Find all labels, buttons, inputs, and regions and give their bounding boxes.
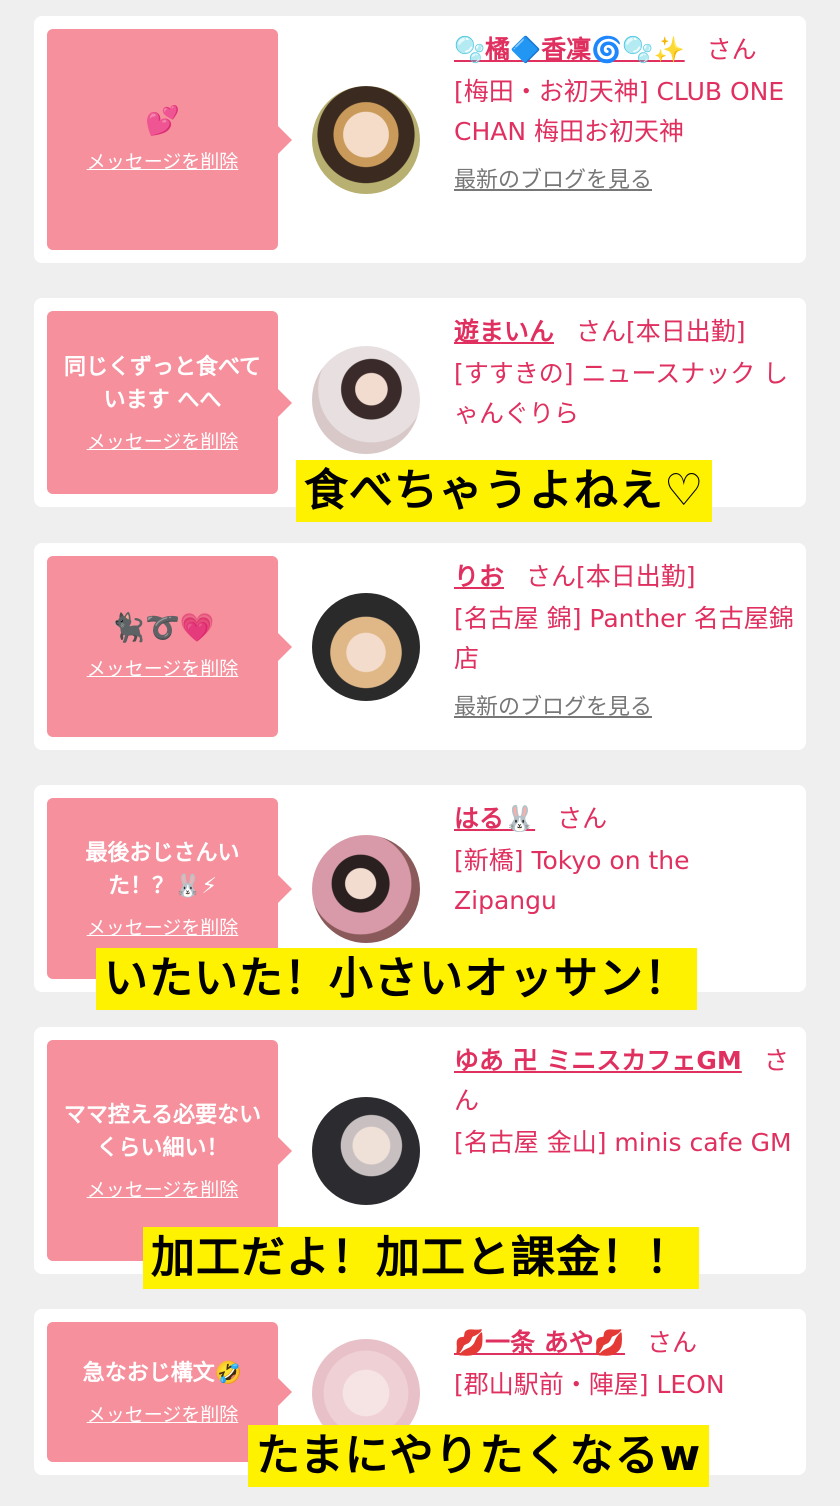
message-card: 💕 メッセージを削除 🫧橘🔷香凜🌀🫧✨ さん [梅田・お初天神] CLUB ONE…: [34, 16, 806, 263]
name-line: はる🐰 さん: [454, 799, 794, 839]
latest-blog-link[interactable]: 最新のブログを見る: [454, 693, 652, 723]
shop-text: [梅田・お初天神] CLUB ONE CHAN 梅田お初天神: [454, 77, 785, 146]
message-card: 🐈‍⬛➰💗 メッセージを削除 りお さん[本日出勤] [名古屋 錦] Panthe…: [34, 543, 806, 750]
delete-message-link[interactable]: メッセージを削除: [87, 427, 239, 454]
name-line: 💋一条 あや💋 さん: [454, 1323, 794, 1363]
delete-message-link[interactable]: メッセージを削除: [87, 147, 239, 174]
message-text: 💕: [145, 104, 180, 137]
shop-text: [すすきの] ニュースナック しゃんぐりら: [454, 359, 789, 428]
honorific: さん[本日出勤]: [526, 562, 696, 591]
cast-name-link[interactable]: はる🐰: [454, 804, 535, 833]
avatar[interactable]: [312, 86, 420, 194]
honorific: さん[本日出勤]: [576, 317, 746, 346]
delete-message-link[interactable]: メッセージを削除: [87, 913, 239, 940]
shop-text: [新橋] Tokyo on the Zipangu: [454, 846, 690, 915]
cast-name-link[interactable]: 💋一条 あや💋: [454, 1328, 625, 1357]
shop-text: [名古屋 金山] minis cafe GM: [454, 1128, 792, 1157]
message-text: ママ控える必要ないくらい細い！: [63, 1103, 262, 1161]
cast-name-link[interactable]: ゆあ 卍 ミニスカフェGM: [454, 1046, 742, 1075]
message-text: 🐈‍⬛➰💗: [110, 611, 215, 644]
honorific: さん: [646, 1328, 697, 1357]
profile-info: ゆあ 卍 ミニスカフェGM さん [名古屋 金山] minis cafe GM: [454, 1041, 794, 1163]
avatar[interactable]: [312, 346, 420, 454]
latest-blog-link[interactable]: 最新のブログを見る: [454, 166, 652, 196]
honorific: さん: [706, 35, 757, 64]
overlay-caption: たまにやりたくなるw: [248, 1425, 710, 1487]
shop-text: [名古屋 錦] Panther 名古屋錦店: [454, 604, 794, 673]
cast-name-link[interactable]: りお: [454, 562, 504, 591]
overlay-caption: 食べちゃうよねえ♡: [296, 460, 713, 522]
message-text: 同じくずっと食べています へへ: [63, 355, 262, 413]
name-line: 🫧橘🔷香凜🌀🫧✨ さん: [454, 30, 794, 70]
message-bubble: 💕 メッセージを削除: [47, 29, 292, 250]
message-text: 急なおじ構文🤣: [82, 1361, 243, 1386]
overlay-caption: いたいた！小さいオッサン！: [96, 948, 697, 1010]
avatar[interactable]: [312, 1097, 420, 1205]
message-bubble: 同じくずっと食べています へへ メッセージを削除: [47, 311, 292, 494]
profile-info: 🫧橘🔷香凜🌀🫧✨ さん [梅田・お初天神] CLUB ONE CHAN 梅田お初天…: [454, 30, 794, 196]
profile-info: 遊まいん さん[本日出勤] [すすきの] ニュースナック しゃんぐりら: [454, 312, 794, 434]
cast-name-link[interactable]: 遊まいん: [454, 317, 554, 346]
honorific: さん: [557, 804, 608, 833]
profile-info: はる🐰 さん [新橋] Tokyo on the Zipangu: [454, 799, 794, 921]
delete-message-link[interactable]: メッセージを削除: [87, 1175, 239, 1202]
message-bubble: 🐈‍⬛➰💗 メッセージを削除: [47, 556, 292, 737]
cast-name-link[interactable]: 🫧橘🔷香凜🌀🫧✨: [454, 35, 685, 64]
name-line: りお さん[本日出勤]: [454, 557, 794, 597]
name-line: ゆあ 卍 ミニスカフェGM さん: [454, 1041, 794, 1121]
avatar[interactable]: [312, 593, 420, 701]
name-line: 遊まいん さん[本日出勤]: [454, 312, 794, 352]
delete-message-link[interactable]: メッセージを削除: [87, 1400, 239, 1427]
message-bubble: 急なおじ構文🤣 メッセージを削除: [47, 1322, 292, 1462]
message-text: 最後おじさんいた！？🐰⚡: [85, 841, 240, 899]
overlay-caption: 加工だよ！加工と課金！！: [143, 1227, 699, 1289]
profile-info: りお さん[本日出勤] [名古屋 錦] Panther 名古屋錦店 最新のブログを…: [454, 557, 794, 723]
delete-message-link[interactable]: メッセージを削除: [87, 654, 239, 681]
shop-text: [郡山駅前・陣屋] LEON: [454, 1370, 725, 1399]
profile-info: 💋一条 あや💋 さん [郡山駅前・陣屋] LEON: [454, 1323, 794, 1405]
avatar[interactable]: [312, 835, 420, 943]
